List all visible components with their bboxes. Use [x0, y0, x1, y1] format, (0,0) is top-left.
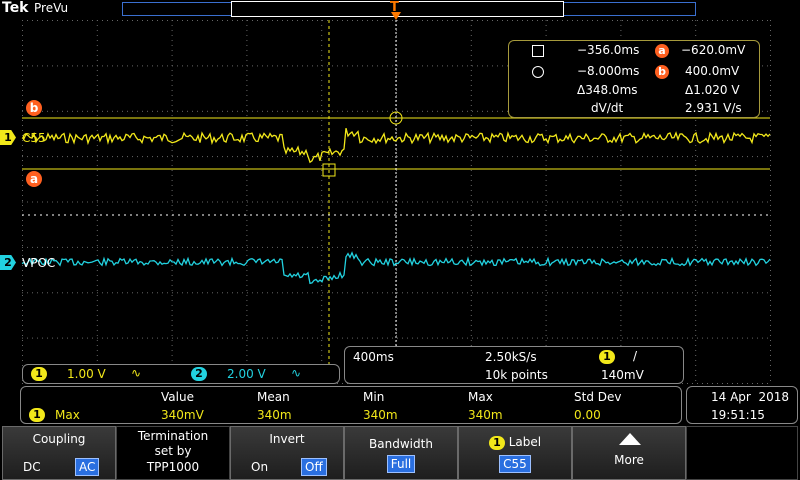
meas-header-value: Value [161, 390, 194, 404]
meas-min: 340m [363, 408, 398, 422]
oscilloscope-screen: Tek PreVu T b a 1 C55 2 VPOC −356.0ms a … [0, 0, 800, 480]
empty-menu-slot [686, 426, 798, 480]
coupling-ac-option[interactable]: AC [75, 458, 100, 476]
meas-mean: 340m [257, 408, 292, 422]
cursor2-time: −8.000ms [577, 64, 640, 78]
up-arrow-icon [619, 433, 641, 445]
cursor-a-marker[interactable]: a [26, 171, 42, 187]
coupling-title: Coupling [32, 432, 86, 446]
invert-off-option[interactable]: Off [301, 458, 327, 476]
coupling-dc-option[interactable]: DC [23, 460, 41, 474]
termination-menu-item: Termination set by TPP1000 [116, 426, 230, 480]
ch2-ac-coupling-icon: ∿ [291, 366, 302, 380]
label-value: C55 [499, 455, 531, 473]
label-menu-button[interactable]: 1 Label C55 [458, 426, 572, 480]
cursor-readout: −356.0ms a −620.0mV −8.000ms b 400.0mV Δ… [508, 40, 760, 118]
meas-header-max: Max [468, 390, 493, 404]
meas-stddev: 0.00 [574, 408, 601, 422]
trigger-arrow-icon [391, 12, 401, 20]
cursor-b-badge: b [655, 65, 669, 79]
invert-menu-button[interactable]: Invert On Off [230, 426, 344, 480]
cursor2-value: 400.0mV [685, 64, 740, 78]
termination-line2: set by [154, 444, 192, 458]
trigger-slope-icon: / [633, 349, 638, 363]
trigger-level: 140mV [601, 368, 644, 382]
bandwidth-value: Full [386, 455, 416, 473]
meas-header-mean: Mean [257, 390, 290, 404]
cursor-square-icon [532, 45, 544, 57]
ch1-scale-badge: 1 [31, 367, 47, 381]
channel-scale-panel[interactable]: 1 1.00 V ∿ 2 2.00 V ∿ [22, 364, 340, 384]
ch2-scale-badge: 2 [191, 367, 207, 381]
sample-rate: 2.50kS/s [485, 350, 537, 364]
more-menu-button[interactable]: More [572, 426, 686, 480]
trigger-source-badge: 1 [599, 350, 615, 364]
ch1-ac-coupling-icon: ∿ [131, 366, 142, 380]
ch1-scale: 1.00 V [67, 367, 106, 381]
cursor-a-badge: a [655, 44, 669, 58]
cursor-circle-icon [532, 66, 544, 78]
cursor-b-marker[interactable]: b [26, 100, 42, 116]
ch2-label: VPOC [22, 256, 56, 270]
meas-type: Max [55, 408, 80, 422]
termination-line3: TPP1000 [146, 460, 200, 474]
ch1-label: C55 [22, 131, 46, 145]
coupling-menu-button[interactable]: Coupling DC AC [2, 426, 116, 480]
label-channel-badge: 1 [488, 436, 505, 450]
horizontal-trigger-panel[interactable]: 400ms 2.50kS/s 10k points 1 / 140mV [344, 346, 684, 384]
meas-max: 340m [468, 408, 503, 422]
bandwidth-menu-button[interactable]: Bandwidth Full [344, 426, 458, 480]
invert-on-option[interactable]: On [251, 460, 268, 474]
delta-volt: Δ1.020 V [685, 83, 740, 97]
datetime-panel[interactable]: 14 Apr 2018 19:51:15 [686, 386, 798, 424]
record-length: 10k points [485, 368, 548, 382]
meas-value: 340mV [161, 408, 204, 422]
meas-channel-badge: 1 [29, 408, 45, 422]
measurement-panel[interactable]: Value Mean Min Max Std Dev 1 Max 340mV 3… [20, 386, 682, 424]
cursor1-time: −356.0ms [577, 43, 640, 57]
more-label: More [614, 453, 644, 467]
time-display: 19:51:15 [711, 408, 765, 422]
label-title: Label [508, 435, 542, 449]
time-per-div: 400ms [353, 350, 394, 364]
dvdt-value: 2.931 V/s [685, 101, 742, 115]
meas-header-min: Min [363, 390, 385, 404]
termination-line1: Termination [137, 429, 209, 443]
bandwidth-title: Bandwidth [369, 437, 433, 451]
delta-time: Δ348.0ms [577, 83, 638, 97]
date-display: 14 Apr 2018 [711, 390, 790, 404]
ch2-scale: 2.00 V [227, 367, 266, 381]
dvdt-label: dV/dt [591, 101, 624, 115]
meas-header-stddev: Std Dev [574, 390, 622, 404]
cursor1-value: −620.0mV [681, 43, 746, 57]
invert-title: Invert [269, 432, 305, 446]
